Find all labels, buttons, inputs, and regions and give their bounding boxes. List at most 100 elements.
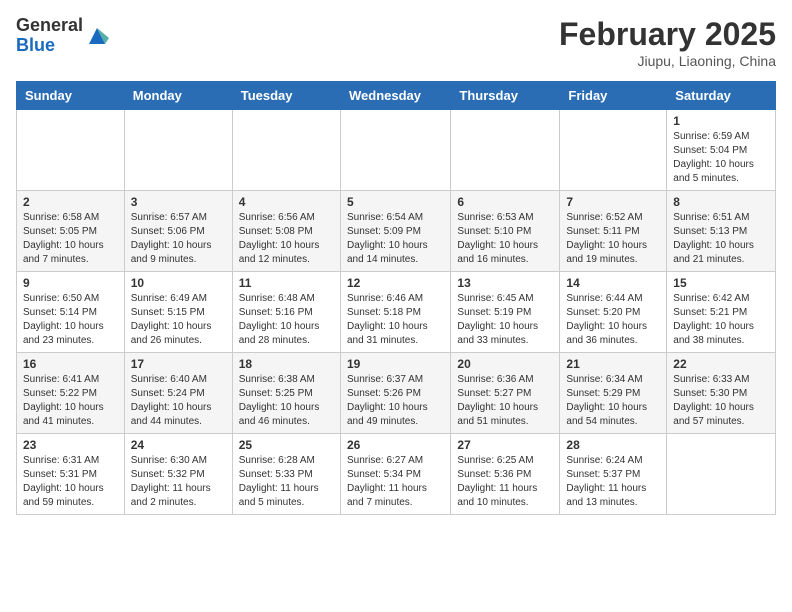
day-info: Sunrise: 6:45 AM Sunset: 5:19 PM Dayligh…: [457, 292, 553, 348]
day-info: Sunrise: 6:53 AM Sunset: 5:10 PM Dayligh…: [457, 211, 553, 267]
day-number: 18: [239, 357, 334, 371]
calendar-cell: 1 Sunrise: 6:59 AM Sunset: 5:04 PM Daylig…: [667, 110, 776, 191]
day-number: 14: [566, 276, 660, 290]
day-info: Sunrise: 6:56 AM Sunset: 5:08 PM Dayligh…: [239, 211, 334, 267]
calendar-cell: 3 Sunrise: 6:57 AM Sunset: 5:06 PM Daylig…: [124, 191, 232, 272]
page-header: General Blue February 2025 Jiupu, Liaoni…: [16, 16, 776, 69]
day-number: 22: [673, 357, 769, 371]
day-info: Sunrise: 6:59 AM Sunset: 5:04 PM Dayligh…: [673, 130, 769, 186]
day-number: 25: [239, 438, 334, 452]
logo-general-text: General: [16, 16, 83, 36]
logo: General Blue: [16, 16, 109, 56]
calendar-cell: 23Sunrise: 6:31 AM Sunset: 5:31 PM Dayli…: [17, 434, 125, 515]
day-info: Sunrise: 6:50 AM Sunset: 5:14 PM Dayligh…: [23, 292, 118, 348]
calendar-cell: 4 Sunrise: 6:56 AM Sunset: 5:08 PM Daylig…: [232, 191, 340, 272]
day-info: Sunrise: 6:48 AM Sunset: 5:16 PM Dayligh…: [239, 292, 334, 348]
day-number: 13: [457, 276, 553, 290]
day-number: 2: [23, 195, 118, 209]
day-info: Sunrise: 6:38 AM Sunset: 5:25 PM Dayligh…: [239, 373, 334, 429]
day-number: 15: [673, 276, 769, 290]
calendar-cell: 27 Sunrise: 6:25 AM Sunset: 5:36 PM Dayli…: [451, 434, 560, 515]
day-info: Sunrise: 6:52 AM Sunset: 5:11 PM Dayligh…: [566, 211, 660, 267]
day-number: 5: [347, 195, 444, 209]
day-info: Sunrise: 6:40 AM Sunset: 5:24 PM Dayligh…: [131, 373, 226, 429]
calendar-cell: 17 Sunrise: 6:40 AM Sunset: 5:24 PM Dayli…: [124, 353, 232, 434]
day-info: Sunrise: 6:28 AM Sunset: 5:33 PM Dayligh…: [239, 454, 334, 510]
day-number: 19: [347, 357, 444, 371]
calendar-cell: 12Sunrise: 6:46 AM Sunset: 5:18 PM Dayli…: [340, 272, 450, 353]
weekday-header-friday: Friday: [560, 82, 667, 110]
day-number: 17: [131, 357, 226, 371]
location: Jiupu, Liaoning, China: [559, 53, 776, 69]
calendar-cell: 5 Sunrise: 6:54 AM Sunset: 5:09 PM Daylig…: [340, 191, 450, 272]
calendar-cell: 11 Sunrise: 6:48 AM Sunset: 5:16 PM Dayli…: [232, 272, 340, 353]
day-number: 26: [347, 438, 444, 452]
calendar-cell: 14 Sunrise: 6:44 AM Sunset: 5:20 PM Dayli…: [560, 272, 667, 353]
day-info: Sunrise: 6:30 AM Sunset: 5:32 PM Dayligh…: [131, 454, 226, 510]
day-number: 8: [673, 195, 769, 209]
weekday-header-wednesday: Wednesday: [340, 82, 450, 110]
calendar-cell: 18 Sunrise: 6:38 AM Sunset: 5:25 PM Dayli…: [232, 353, 340, 434]
day-info: Sunrise: 6:42 AM Sunset: 5:21 PM Dayligh…: [673, 292, 769, 348]
day-info: Sunrise: 6:44 AM Sunset: 5:20 PM Dayligh…: [566, 292, 660, 348]
calendar-cell: 7 Sunrise: 6:52 AM Sunset: 5:11 PM Daylig…: [560, 191, 667, 272]
day-number: 10: [131, 276, 226, 290]
logo-icon: [85, 24, 109, 48]
day-number: 9: [23, 276, 118, 290]
day-number: 20: [457, 357, 553, 371]
calendar-cell: [451, 110, 560, 191]
day-number: 27: [457, 438, 553, 452]
calendar-cell: 6 Sunrise: 6:53 AM Sunset: 5:10 PM Daylig…: [451, 191, 560, 272]
calendar-cell: 2Sunrise: 6:58 AM Sunset: 5:05 PM Daylig…: [17, 191, 125, 272]
day-info: Sunrise: 6:41 AM Sunset: 5:22 PM Dayligh…: [23, 373, 118, 429]
day-number: 16: [23, 357, 118, 371]
calendar-cell: 19 Sunrise: 6:37 AM Sunset: 5:26 PM Dayli…: [340, 353, 450, 434]
weekday-header-thursday: Thursday: [451, 82, 560, 110]
day-number: 24: [131, 438, 226, 452]
calendar-cell: 21Sunrise: 6:34 AM Sunset: 5:29 PM Dayli…: [560, 353, 667, 434]
day-number: 11: [239, 276, 334, 290]
day-number: 7: [566, 195, 660, 209]
day-number: 4: [239, 195, 334, 209]
calendar-cell: 16 Sunrise: 6:41 AM Sunset: 5:22 PM Dayli…: [17, 353, 125, 434]
day-info: Sunrise: 6:27 AM Sunset: 5:34 PM Dayligh…: [347, 454, 444, 510]
calendar-cell: [232, 110, 340, 191]
day-number: 6: [457, 195, 553, 209]
month-title: February 2025: [559, 16, 776, 53]
calendar-cell: 15 Sunrise: 6:42 AM Sunset: 5:21 PM Dayli…: [667, 272, 776, 353]
calendar-week-row: 2Sunrise: 6:58 AM Sunset: 5:05 PM Daylig…: [17, 191, 776, 272]
day-number: 28: [566, 438, 660, 452]
calendar-week-row: 9 Sunrise: 6:50 AM Sunset: 5:14 PM Daylig…: [17, 272, 776, 353]
day-info: Sunrise: 6:46 AM Sunset: 5:18 PM Dayligh…: [347, 292, 444, 348]
calendar-week-row: 23Sunrise: 6:31 AM Sunset: 5:31 PM Dayli…: [17, 434, 776, 515]
day-info: Sunrise: 6:54 AM Sunset: 5:09 PM Dayligh…: [347, 211, 444, 267]
day-info: Sunrise: 6:57 AM Sunset: 5:06 PM Dayligh…: [131, 211, 226, 267]
calendar-cell: 25 Sunrise: 6:28 AM Sunset: 5:33 PM Dayli…: [232, 434, 340, 515]
calendar-cell: [124, 110, 232, 191]
weekday-header-monday: Monday: [124, 82, 232, 110]
day-info: Sunrise: 6:33 AM Sunset: 5:30 PM Dayligh…: [673, 373, 769, 429]
calendar-cell: [560, 110, 667, 191]
calendar-cell: 10 Sunrise: 6:49 AM Sunset: 5:15 PM Dayli…: [124, 272, 232, 353]
calendar-cell: 8Sunrise: 6:51 AM Sunset: 5:13 PM Daylig…: [667, 191, 776, 272]
logo-blue-text: Blue: [16, 36, 83, 56]
calendar-cell: 26 Sunrise: 6:27 AM Sunset: 5:34 PM Dayli…: [340, 434, 450, 515]
title-block: February 2025 Jiupu, Liaoning, China: [559, 16, 776, 69]
day-info: Sunrise: 6:34 AM Sunset: 5:29 PM Dayligh…: [566, 373, 660, 429]
calendar-week-row: 16 Sunrise: 6:41 AM Sunset: 5:22 PM Dayli…: [17, 353, 776, 434]
calendar-cell: 24 Sunrise: 6:30 AM Sunset: 5:32 PM Dayli…: [124, 434, 232, 515]
day-info: Sunrise: 6:24 AM Sunset: 5:37 PM Dayligh…: [566, 454, 660, 510]
day-number: 3: [131, 195, 226, 209]
calendar-cell: 22 Sunrise: 6:33 AM Sunset: 5:30 PM Dayli…: [667, 353, 776, 434]
calendar-week-row: 1 Sunrise: 6:59 AM Sunset: 5:04 PM Daylig…: [17, 110, 776, 191]
calendar-cell: 13 Sunrise: 6:45 AM Sunset: 5:19 PM Dayli…: [451, 272, 560, 353]
calendar-cell: [340, 110, 450, 191]
day-info: Sunrise: 6:37 AM Sunset: 5:26 PM Dayligh…: [347, 373, 444, 429]
calendar-cell: 20Sunrise: 6:36 AM Sunset: 5:27 PM Dayli…: [451, 353, 560, 434]
day-info: Sunrise: 6:25 AM Sunset: 5:36 PM Dayligh…: [457, 454, 553, 510]
day-info: Sunrise: 6:31 AM Sunset: 5:31 PM Dayligh…: [23, 454, 118, 510]
calendar-table: SundayMondayTuesdayWednesdayThursdayFrid…: [16, 81, 776, 515]
day-number: 1: [673, 114, 769, 128]
day-info: Sunrise: 6:49 AM Sunset: 5:15 PM Dayligh…: [131, 292, 226, 348]
weekday-header-row: SundayMondayTuesdayWednesdayThursdayFrid…: [17, 82, 776, 110]
